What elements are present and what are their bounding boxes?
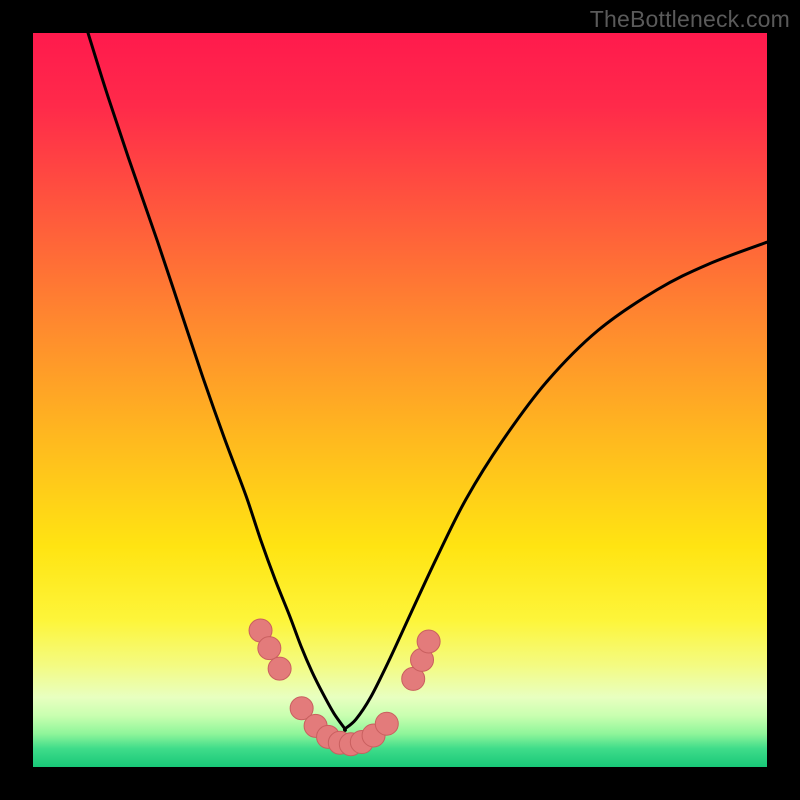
watermark-text: TheBottleneck.com <box>590 6 790 33</box>
bottleneck-chart <box>0 0 800 800</box>
gradient-background <box>33 33 767 767</box>
data-marker <box>417 630 440 653</box>
data-marker <box>258 637 281 660</box>
data-marker <box>375 712 398 735</box>
chart-frame: TheBottleneck.com <box>0 0 800 800</box>
data-marker <box>268 657 291 680</box>
